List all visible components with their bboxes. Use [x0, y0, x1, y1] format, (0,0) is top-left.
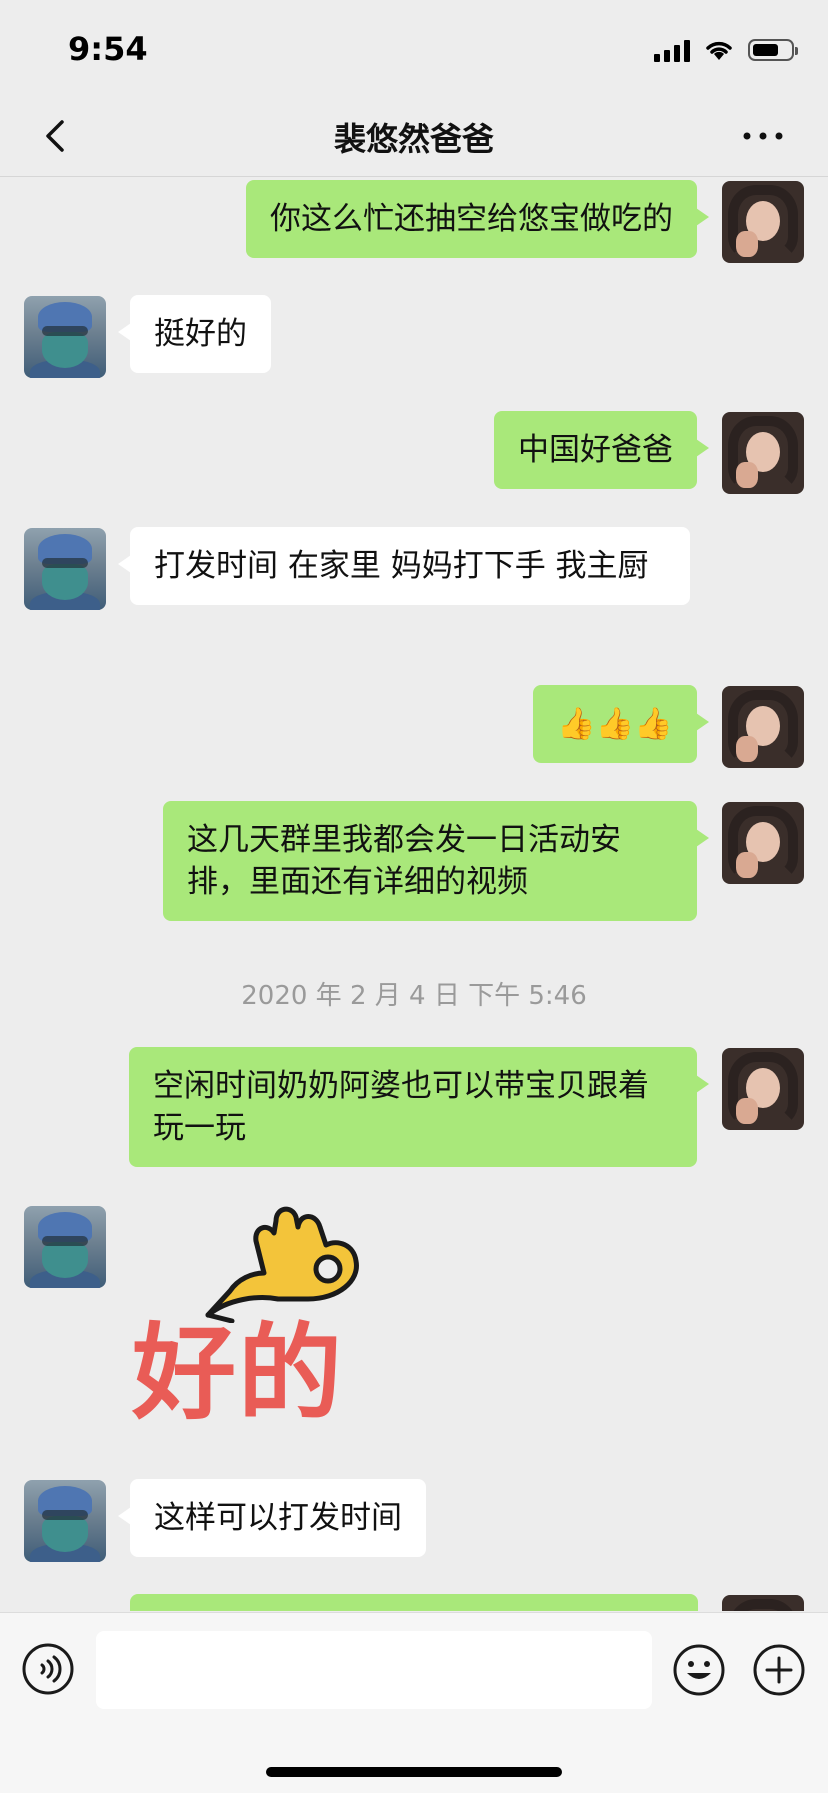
- status-time: 9:54: [68, 30, 148, 68]
- my-avatar[interactable]: [722, 686, 804, 768]
- message-bubble-sent[interactable]: 你这么忙还抽空给悠宝做吃的: [246, 180, 709, 258]
- battery-icon: [748, 39, 798, 61]
- emoji-icon[interactable]: [672, 1643, 726, 1697]
- message-bubble-received[interactable]: 这样可以打发时间: [118, 1479, 426, 1557]
- nav-bar: 裴悠然爸爸: [0, 96, 828, 177]
- more-options-icon[interactable]: [740, 120, 786, 152]
- my-avatar[interactable]: [722, 1048, 804, 1130]
- my-avatar[interactable]: [722, 1595, 804, 1611]
- add-more-icon[interactable]: [752, 1643, 806, 1697]
- chat-title: 裴悠然爸爸: [333, 120, 494, 158]
- message-bubble-sent[interactable]: 中国好爸爸: [494, 411, 709, 489]
- message-bubble-sent[interactable]: 👍👍👍: [533, 685, 709, 763]
- cellular-signal-icon: [654, 38, 690, 62]
- contact-avatar[interactable]: [24, 296, 106, 378]
- input-bar: [0, 1612, 828, 1793]
- voice-input-icon[interactable]: [22, 1643, 74, 1695]
- status-bar: 9:54: [0, 0, 828, 96]
- message-bubble-received[interactable]: 打发时间 在家里 妈妈打下手 我主厨: [118, 527, 690, 605]
- my-avatar[interactable]: [722, 412, 804, 494]
- message-bubble-sent[interactable]: 这几天群里我都会发一日活动安排，里面还有详细的视频: [163, 801, 709, 921]
- contact-avatar[interactable]: [24, 528, 106, 610]
- home-indicator[interactable]: [266, 1767, 562, 1777]
- sticker-caption: 好的: [132, 1312, 345, 1434]
- my-avatar[interactable]: [722, 802, 804, 884]
- chat-message-list[interactable]: 你这么忙还抽空给悠宝做吃的 挺好的 中国好爸爸 打发时间 在家里 妈妈打下手 我…: [0, 177, 828, 1611]
- my-avatar[interactable]: [722, 181, 804, 263]
- contact-avatar[interactable]: [24, 1206, 106, 1288]
- chat-timestamp: 2020 年 2 月 4 日 下午 5:46: [241, 981, 587, 1011]
- message-input[interactable]: [96, 1631, 652, 1709]
- contact-avatar[interactable]: [24, 1480, 106, 1562]
- ok-hand-icon: [205, 1206, 359, 1323]
- message-bubble-sent-partial[interactable]: [130, 1594, 698, 1611]
- status-icons: [654, 36, 798, 64]
- ok-hand-sticker[interactable]: 好的: [132, 1203, 380, 1435]
- wifi-icon: [706, 41, 732, 60]
- message-bubble-received[interactable]: 挺好的: [118, 295, 271, 373]
- message-bubble-sent[interactable]: 空闲时间奶奶阿婆也可以带宝贝跟着玩一玩: [129, 1047, 709, 1167]
